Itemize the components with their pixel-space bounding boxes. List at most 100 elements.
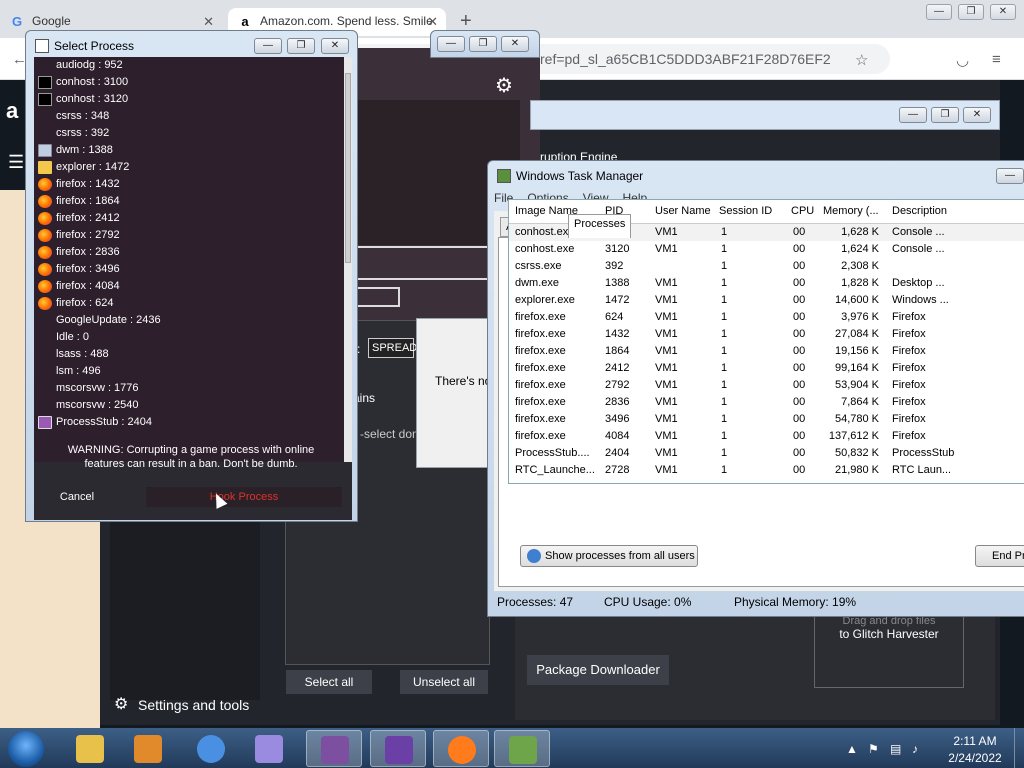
- process-list-item[interactable]: GoogleUpdate : 2436: [34, 312, 344, 329]
- table-cell: ProcessStub: [892, 447, 955, 459]
- process-list-item[interactable]: explorer : 1472: [34, 159, 344, 176]
- process-list-item[interactable]: firefox : 2792: [34, 227, 344, 244]
- process-label: dwm : 1388: [56, 144, 113, 156]
- close-button[interactable]: ✕: [963, 107, 991, 123]
- process-list-item[interactable]: lsass : 488: [34, 346, 344, 363]
- spread-dropdown[interactable]: SPREAD: [368, 338, 417, 358]
- table-row[interactable]: ProcessStub.... 2404 VM1 1 00 50,832 K Process…: [509, 445, 1024, 462]
- process-list-item[interactable]: firefox : 624: [34, 295, 344, 312]
- window-icon: [35, 39, 49, 53]
- table-cell: 2728: [605, 464, 630, 476]
- table-row[interactable]: RTC_Launche... 2728 VM1 1 00 21,980 K RTC Laun…: [509, 462, 1024, 479]
- taskbar-app-button[interactable]: [306, 730, 362, 767]
- process-list-item[interactable]: conhost : 3100: [34, 74, 344, 91]
- start-button[interactable]: [8, 731, 44, 767]
- process-list-item[interactable]: audiodg : 952: [34, 57, 344, 74]
- amazon-logo[interactable]: a: [6, 98, 18, 124]
- pocket-icon[interactable]: ◡: [956, 51, 969, 69]
- maximize-button[interactable]: ❐: [287, 38, 315, 54]
- clock-date[interactable]: 2/24/2022: [945, 751, 1005, 765]
- process-icon: [38, 331, 52, 344]
- chevron-up-icon[interactable]: ▲: [846, 742, 858, 756]
- end-process-button[interactable]: End Pr: [975, 545, 1024, 567]
- process-list-item[interactable]: Idle : 0: [34, 329, 344, 346]
- table-cell: VM1: [655, 277, 678, 289]
- table-row[interactable]: firefox.exe 1864 VM1 1 00 19,156 K Firefox: [509, 343, 1024, 360]
- table-row[interactable]: dwm.exe 1388 VM1 1 00 1,828 K Desktop ...: [509, 275, 1024, 292]
- close-tab-icon[interactable]: ✕: [427, 14, 438, 30]
- action-center-icon[interactable]: ⚑: [868, 742, 879, 756]
- settings-and-tools-button[interactable]: ⚙ Settings and tools: [110, 692, 270, 718]
- select-all-button[interactable]: Select all: [286, 670, 372, 694]
- minimize-button[interactable]: —: [254, 38, 282, 54]
- engine-window-titlebar: — ❐ ✕: [530, 100, 1000, 130]
- maximize-button[interactable]: ❐: [958, 4, 984, 20]
- column-header[interactable]: Session ID: [719, 205, 772, 217]
- minimize-button[interactable]: —: [926, 4, 952, 20]
- column-header[interactable]: User Name: [655, 205, 711, 217]
- taskbar-app-button[interactable]: [120, 730, 176, 767]
- minimize-button[interactable]: —: [899, 107, 927, 123]
- menu-icon[interactable]: ≡: [992, 51, 1001, 68]
- close-button[interactable]: ✕: [990, 4, 1016, 20]
- close-tab-icon[interactable]: ✕: [203, 14, 214, 30]
- tab-processes[interactable]: Processes: [568, 214, 632, 238]
- taskbar-app-button[interactable]: [241, 730, 297, 767]
- process-list-item[interactable]: firefox : 2412: [34, 210, 344, 227]
- process-list-item[interactable]: conhost : 3120: [34, 91, 344, 108]
- cancel-button[interactable]: Cancel: [46, 487, 108, 507]
- maximize-button[interactable]: ❐: [931, 107, 959, 123]
- show-desktop-button[interactable]: [1014, 728, 1024, 768]
- process-list-item[interactable]: firefox : 1432: [34, 176, 344, 193]
- minimize-button[interactable]: —: [437, 36, 465, 52]
- taskbar-app-button[interactable]: [62, 730, 118, 767]
- hook-process-button[interactable]: Hook Process: [146, 487, 342, 507]
- table-row[interactable]: csrss.exe 392 1 00 2,308 K: [509, 258, 1024, 275]
- star-icon[interactable]: ☆: [855, 51, 868, 69]
- taskbar-app-button[interactable]: [183, 730, 239, 767]
- table-row[interactable]: conhost.exe 3120 VM1 1 00 1,624 K Console ...: [509, 241, 1024, 258]
- gear-icon[interactable]: ⚙: [495, 73, 513, 98]
- process-list-item[interactable]: dwm : 1388: [34, 142, 344, 159]
- table-row[interactable]: firefox.exe 2836 VM1 1 00 7,864 K Firefox: [509, 394, 1024, 411]
- process-list-item[interactable]: firefox : 1864: [34, 193, 344, 210]
- volume-icon[interactable]: ♪: [912, 742, 918, 756]
- taskbar-app-button[interactable]: [370, 730, 426, 767]
- scrollbar-thumb[interactable]: [345, 73, 351, 263]
- process-list-item[interactable]: firefox : 4084: [34, 278, 344, 295]
- process-label: mscorsvw : 2540: [56, 399, 139, 411]
- process-list-item[interactable]: ProcessStub : 2404: [34, 414, 344, 431]
- process-list-item[interactable]: firefox : 2836: [34, 244, 344, 261]
- close-button[interactable]: ✕: [501, 36, 529, 52]
- table-row[interactable]: firefox.exe 2412 VM1 1 00 99,164 K Firefox: [509, 360, 1024, 377]
- taskbar-app-button[interactable]: [433, 730, 489, 767]
- column-header[interactable]: Memory (...: [823, 205, 879, 217]
- maximize-button[interactable]: ❐: [469, 36, 497, 52]
- process-list-item[interactable]: csrss : 392: [34, 125, 344, 142]
- taskbar-app-button[interactable]: [494, 730, 550, 767]
- process-table[interactable]: Image Name PID User Name Session ID CPU Memor…: [508, 199, 1024, 484]
- network-icon[interactable]: ▤: [890, 742, 901, 756]
- table-row[interactable]: firefox.exe 2792 VM1 1 00 53,904 K Firefox: [509, 377, 1024, 394]
- minimize-button[interactable]: —: [996, 168, 1024, 184]
- process-list-item[interactable]: mscorsvw : 1776: [34, 380, 344, 397]
- process-list-item[interactable]: csrss : 348: [34, 108, 344, 125]
- process-list-item[interactable]: lsm : 496: [34, 363, 344, 380]
- table-row[interactable]: firefox.exe 1432 VM1 1 00 27,084 K Firefox: [509, 326, 1024, 343]
- close-button[interactable]: ✕: [321, 38, 349, 54]
- unselect-all-button[interactable]: Unselect all: [400, 670, 488, 694]
- show-all-processes-button[interactable]: Show processes from all users: [520, 545, 698, 567]
- table-row[interactable]: firefox.exe 4084 VM1 1 00 137,612 K Firefox: [509, 428, 1024, 445]
- process-list-item[interactable]: firefox : 3496: [34, 261, 344, 278]
- table-row[interactable]: firefox.exe 3496 VM1 1 00 54,780 K Firefox: [509, 411, 1024, 428]
- process-list-item[interactable]: mscorsvw : 2540: [34, 397, 344, 414]
- table-row[interactable]: firefox.exe 624 VM1 1 00 3,976 K Firefox: [509, 309, 1024, 326]
- package-downloader-button[interactable]: Package Downloader: [527, 655, 669, 685]
- process-list[interactable]: audiodg : 952 conhost : 3100 conhost : 312…: [34, 57, 344, 462]
- column-header[interactable]: Description: [892, 205, 947, 217]
- file-drop-zone[interactable]: Drag and drop files to Glitch Harvester: [814, 612, 964, 688]
- clock-time[interactable]: 2:11 AM: [950, 734, 1000, 748]
- hamburger-menu-icon[interactable]: ☰: [8, 152, 24, 173]
- table-row[interactable]: explorer.exe 1472 VM1 1 00 14,600 K Windows ..…: [509, 292, 1024, 309]
- column-header[interactable]: CPU: [791, 205, 814, 217]
